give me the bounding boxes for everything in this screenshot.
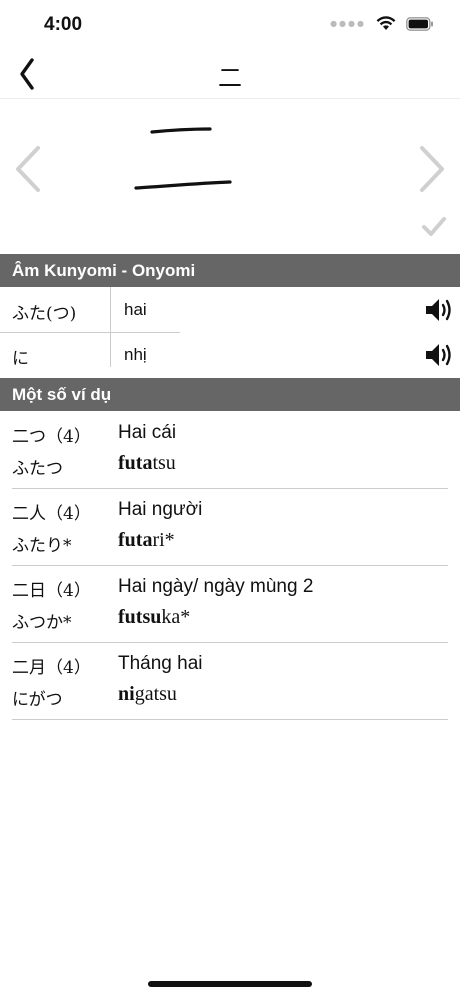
play-audio-button[interactable] — [424, 297, 454, 327]
example-romaji: futatsu — [118, 452, 176, 475]
status-icons: ●●●● — [330, 16, 434, 31]
status-time: 4:00 — [44, 14, 83, 35]
examples-section-header: Một số ví dụ — [0, 378, 460, 411]
reading-meaning: hai — [124, 300, 147, 319]
reading-row: に nhị — [0, 332, 460, 377]
example-item[interactable]: 二月（4） にがつ Tháng hai nigatsu — [12, 643, 448, 720]
signal-dots: ●●●● — [330, 19, 366, 28]
example-word: 二日（4） — [12, 581, 91, 601]
battery-icon — [406, 16, 433, 31]
romaji-rest: ri* — [152, 529, 175, 551]
romaji-rest: tsu — [152, 452, 176, 474]
mark-learned-button[interactable] — [422, 216, 446, 240]
examples-list: 二つ（4） ふたつ Hai cái futatsu 二人（4） ふたり* Hai… — [0, 412, 460, 720]
example-romaji: nigatsu — [118, 683, 177, 706]
example-word: 二つ（4） — [12, 427, 91, 447]
romaji-bold: futa — [118, 529, 153, 551]
previous-kanji-button[interactable] — [14, 146, 42, 196]
example-meaning: Hai cái — [118, 422, 177, 443]
readings-table: ふた(つ) hai に nhị — [0, 287, 460, 377]
example-item[interactable]: 二人（4） ふたり* Hai người futari* — [12, 489, 448, 566]
status-bar: 4:00 ●●●● — [0, 0, 460, 50]
reading-meaning: nhị — [124, 345, 147, 364]
example-item[interactable]: 二日（4） ふつか* Hai ngày/ ngày mùng 2 futsuka… — [12, 566, 448, 643]
example-reading: ふつか* — [12, 613, 72, 633]
readings-section-header: Âm Kunyomi - Onyomi — [0, 254, 460, 287]
example-meaning: Hai người — [118, 499, 203, 520]
example-meaning: Hai ngày/ ngày mùng 2 — [118, 576, 314, 597]
page-title: 二 — [218, 64, 242, 92]
romaji-rest: ka* — [161, 606, 191, 628]
kanji-display — [0, 100, 460, 250]
chevron-right-icon — [420, 146, 444, 192]
example-meaning: Tháng hai — [118, 653, 203, 674]
chevron-left-icon — [16, 146, 40, 192]
romaji-rest: gatsu — [134, 683, 177, 705]
play-audio-button[interactable] — [424, 342, 454, 372]
speaker-icon — [426, 344, 451, 366]
example-reading: ふたつ — [12, 459, 63, 479]
romaji-bold: futsu — [118, 606, 162, 628]
example-reading: ふたり* — [12, 536, 72, 556]
example-reading: にがつ — [12, 690, 63, 710]
wifi-icon — [376, 16, 396, 30]
nav-bar: 二 — [0, 50, 460, 99]
reading-row: ふた(つ) hai — [0, 287, 460, 332]
next-kanji-button[interactable] — [418, 146, 446, 196]
example-word: 二人（4） — [12, 504, 91, 524]
example-romaji: futsuka* — [118, 606, 190, 629]
romaji-bold: ni — [118, 683, 135, 705]
example-item[interactable]: 二つ（4） ふたつ Hai cái futatsu — [12, 412, 448, 489]
home-indicator[interactable] — [148, 981, 312, 987]
kanji-stroke-image — [134, 127, 232, 190]
reading-kana: に — [12, 349, 29, 369]
speaker-icon — [426, 299, 451, 321]
example-romaji: futari* — [118, 529, 175, 552]
romaji-bold: futa — [118, 452, 153, 474]
reading-kana: ふた(つ) — [12, 304, 77, 324]
checkmark-icon — [422, 217, 446, 236]
example-word: 二月（4） — [12, 658, 91, 678]
